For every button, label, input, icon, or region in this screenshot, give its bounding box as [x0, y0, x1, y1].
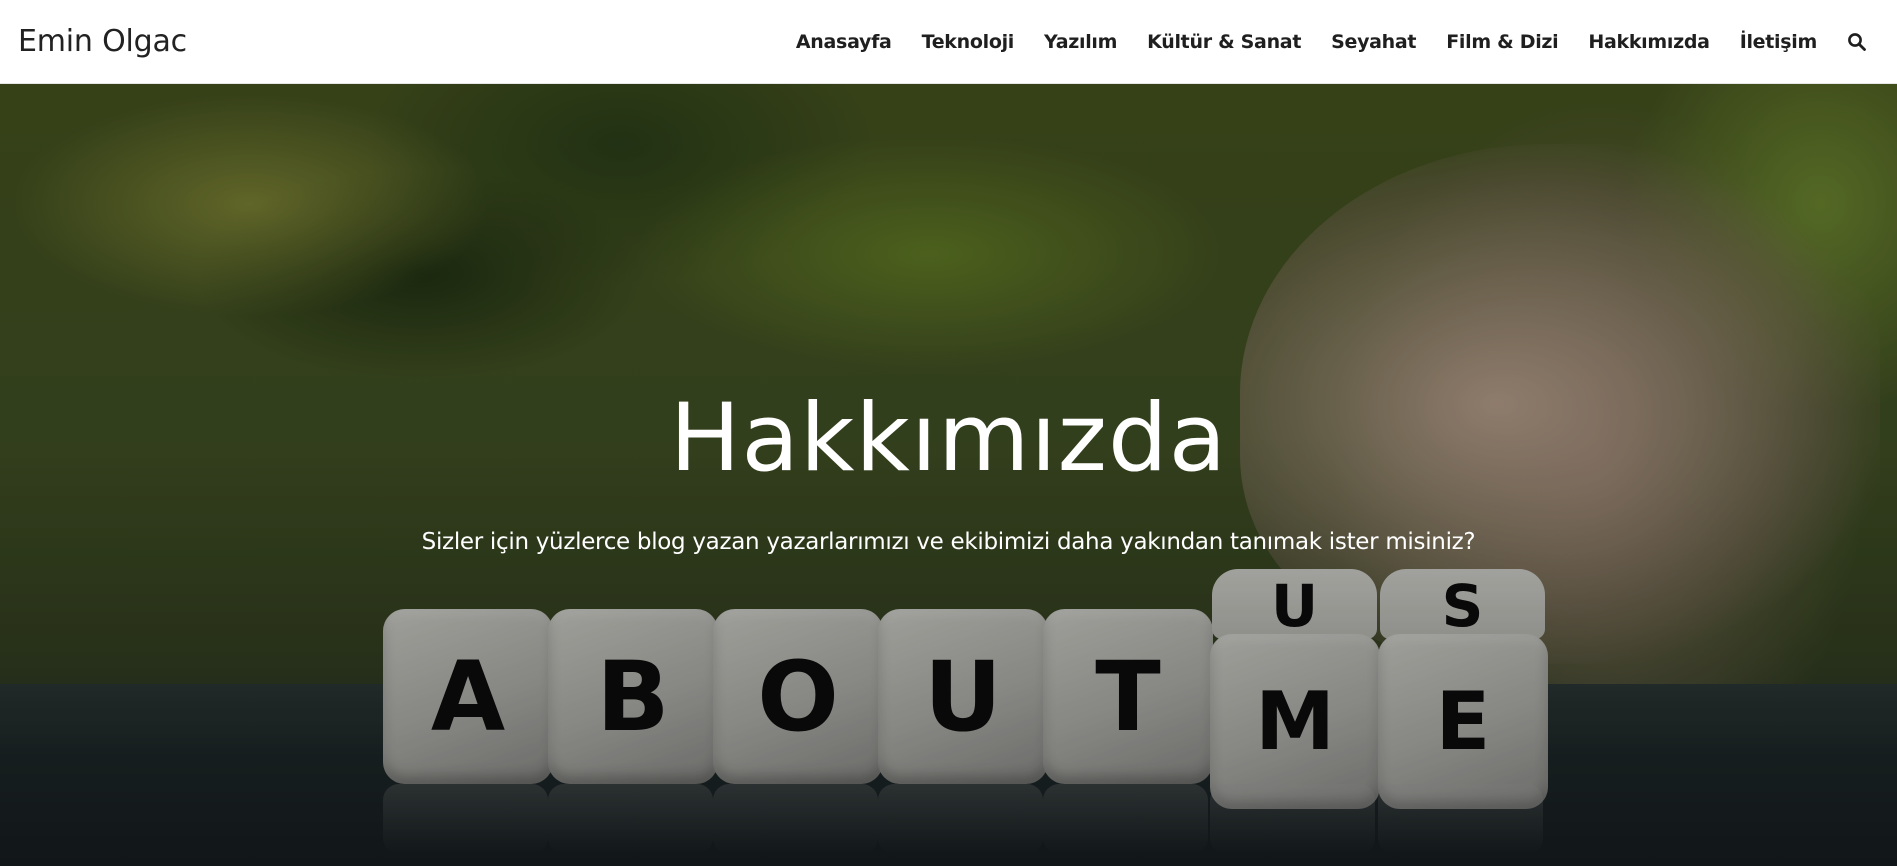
site-header: Emin Olgac Anasayfa Teknoloji Yazılım Kü…: [0, 0, 1897, 84]
nav-item-iletisim[interactable]: İletişim: [1740, 31, 1818, 53]
nav-item-yazilim[interactable]: Yazılım: [1044, 31, 1117, 53]
hero-banner: A B O U T U M S E Hakkımızda Sizler için…: [0, 84, 1897, 866]
nav-item-anasayfa[interactable]: Anasayfa: [796, 31, 892, 53]
nav-item-seyahat[interactable]: Seyahat: [1331, 31, 1416, 53]
nav-item-film-dizi[interactable]: Film & Dizi: [1446, 31, 1558, 53]
site-brand[interactable]: Emin Olgac: [18, 24, 187, 59]
main-nav: Anasayfa Teknoloji Yazılım Kültür & Sana…: [766, 0, 1879, 83]
nav-item-hakkimizda[interactable]: Hakkımızda: [1588, 31, 1710, 53]
nav-item-teknoloji[interactable]: Teknoloji: [922, 31, 1015, 53]
page-subtitle: Sizler için yüzlerce blog yazan yazarlar…: [421, 529, 1476, 555]
search-icon[interactable]: [1847, 32, 1867, 52]
nav-item-kultur-sanat[interactable]: Kültür & Sanat: [1147, 31, 1301, 53]
page-title: Hakkımızda: [669, 384, 1228, 493]
